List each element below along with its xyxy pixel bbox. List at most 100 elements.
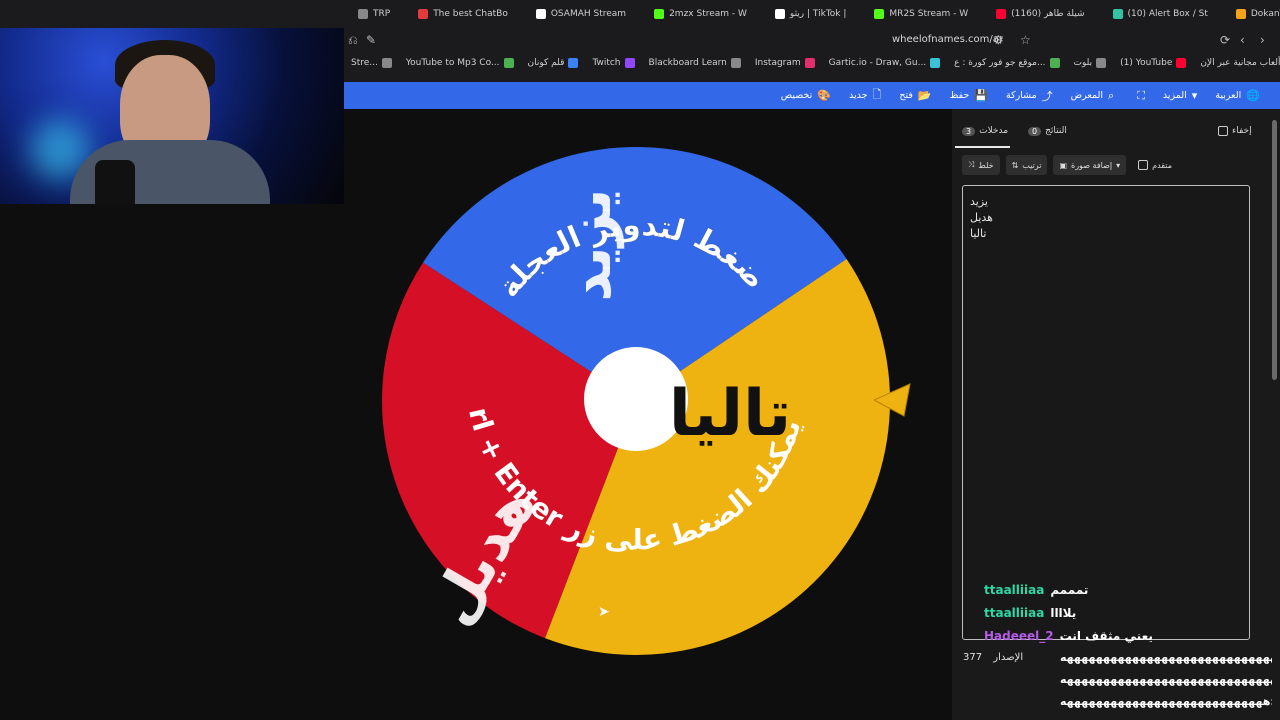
bookmark-item[interactable]: Twitch xyxy=(585,58,641,68)
nav-forward-icon[interactable]: › xyxy=(1260,33,1265,47)
image-icon: ▣ xyxy=(1059,160,1067,170)
nav-back-icon[interactable]: ‹ xyxy=(1240,33,1245,47)
tab-favicon-icon xyxy=(996,9,1007,19)
bookmark-favicon-icon xyxy=(730,58,741,68)
browser-tab[interactable]: The best ChatBo xyxy=(404,0,522,28)
bookmark-favicon-icon xyxy=(624,58,635,68)
entry-line: هديل xyxy=(970,211,993,224)
url-text[interactable]: wheelofnames.com/ar xyxy=(892,34,1003,45)
wheel-slice-name: يزيد xyxy=(556,188,625,301)
appbar-folder-button[interactable]: 📂 فتح xyxy=(899,89,931,102)
tab-favicon-icon xyxy=(418,9,429,19)
entry-line: تاليا xyxy=(970,227,987,240)
chat-spam-line: ههههههههههههههههههههههههههههه:) xyxy=(1060,695,1272,708)
globe-icon: 🌐 xyxy=(1246,89,1260,102)
save-icon: 💾 xyxy=(974,89,988,102)
entry-line: يزيد xyxy=(970,195,988,208)
bookmark-item[interactable]: بلوت xyxy=(1067,58,1114,68)
bookmark-item[interactable]: ألعاب مجانية عبر الإن... xyxy=(1193,58,1280,68)
tab-results[interactable]: النتائج 0 xyxy=(1028,126,1067,136)
shuffle-button[interactable]: خلط ⤨ xyxy=(962,155,1000,175)
panel-tabs: مدخلات 3 النتائج 0 إخفاء xyxy=(952,122,1272,144)
tab-favicon-icon xyxy=(654,9,665,19)
wheel-pointer xyxy=(874,383,911,417)
tab-favicon-icon xyxy=(1112,9,1123,19)
browser-tabstrip: TRP The best ChatBo OSAMAH Stream 2mzx Stre… xyxy=(0,0,1280,28)
new-file-icon: 🗋 xyxy=(872,88,882,101)
bookmarks-bar: Stre... YouTube to Mp3 Co... قلم كونان Twit… xyxy=(344,52,1280,74)
chat-message: Hadeeel_2 يعني مثقف انت xyxy=(984,628,1153,643)
chat-spam-line: ههههههههههههههههههههههههههههههه xyxy=(1060,673,1272,686)
fullscreen-icon: ⛶ xyxy=(1137,88,1145,102)
browser-tab[interactable]: 2mzx Stream - W xyxy=(640,0,761,28)
bookmark-favicon-icon xyxy=(381,58,392,68)
webcam-overlay xyxy=(0,0,344,204)
site-settings-icon[interactable]: ⚙ xyxy=(993,33,1004,47)
bookmark-item[interactable]: Gartic.io - Draw, Gu... xyxy=(822,58,948,68)
add-image-button[interactable]: ▾ إضافة صورة ▣ xyxy=(1053,155,1127,175)
shuffle-icon: ⤨ xyxy=(968,160,975,169)
appbar-fullscreen-button[interactable]: ⛶ xyxy=(1132,89,1145,103)
bookmark-item[interactable]: Stre... xyxy=(344,58,399,68)
browser-tab[interactable]: (1160) شيلة طاهر xyxy=(982,0,1098,28)
bookmark-item[interactable]: Instagram xyxy=(748,58,822,68)
reload-icon[interactable]: ⟳ xyxy=(1220,33,1230,47)
bookmark-item[interactable]: موقع جو فور كورة : ع... xyxy=(947,58,1066,68)
tab-favicon-icon xyxy=(774,9,785,19)
chat-message: ttaalliiaa تمممم xyxy=(984,582,1089,597)
appbar-palette-button[interactable]: 🎨 تخصيص xyxy=(781,89,831,102)
sort-icon: ⇅ xyxy=(1011,160,1019,170)
browser-tab[interactable]: MR2S Stream - W xyxy=(860,0,982,28)
bookmark-icon[interactable]: ☆ xyxy=(1020,33,1031,47)
back-icon[interactable]: ⎌ xyxy=(348,33,358,48)
translate-icon[interactable]: ✎ xyxy=(366,33,376,47)
stream-chat-overlay: ttaalliiaa تمممم ttaalliiaa يلاااا Hadee… xyxy=(984,578,1154,647)
entries-textarea[interactable]: يزيد هديل تاليا xyxy=(962,185,1250,640)
bookmark-favicon-icon xyxy=(503,58,514,68)
version-label: 377 الإصدار xyxy=(963,652,1024,663)
browser-tab[interactable]: (10) Alert Box / St xyxy=(1099,0,1222,28)
address-bar[interactable]: ⎌ ✎ wheelofnames.com/ar ⚙ ☆ ⟳ ‹ › xyxy=(344,28,1280,52)
hide-checkbox[interactable] xyxy=(1218,126,1228,136)
appbar-search-button[interactable]: ⌕ المعرض xyxy=(1071,89,1115,103)
tab-entries[interactable]: مدخلات 3 xyxy=(962,126,1008,136)
appbar-chevron-down-button[interactable]: ▾ المزيد xyxy=(1163,89,1197,102)
advanced-toggle[interactable]: متقدم xyxy=(1132,155,1178,175)
chat-spam-line: ههههههههههههههههههههههههههههههه xyxy=(1060,651,1272,664)
appbar-globe-button[interactable]: 🌐 العربية xyxy=(1215,89,1260,102)
chat-message: ttaalliiaa يلاااا xyxy=(984,605,1077,620)
bookmark-favicon-icon xyxy=(804,58,815,68)
bookmark-item[interactable]: Blackboard Learn xyxy=(642,58,748,68)
bookmark-favicon-icon xyxy=(1049,58,1060,68)
entries-toolbar: خلط ⤨ ترتيب ⇅ ▾ إضافة صورة ▣ متقدم xyxy=(962,155,1178,175)
folder-icon: 📂 xyxy=(917,89,932,102)
tab-favicon-icon xyxy=(535,9,546,19)
bookmark-favicon-icon xyxy=(930,58,941,68)
browser-tab[interactable]: ريثو | TikTok | xyxy=(761,0,861,28)
app-toolbar: 🌐 العربية ▾ المزيد ⛶ ⌕ المعرض ⤴ مشاركة 💾 حفظ 📂 فتح 🗋 ج… xyxy=(344,82,1280,109)
share-icon: ⤴ xyxy=(1041,89,1053,103)
bookmark-favicon-icon xyxy=(1176,58,1187,68)
sort-button[interactable]: ترتيب ⇅ xyxy=(1005,155,1048,175)
background-area xyxy=(0,204,344,720)
appbar-new-file-button[interactable]: 🗋 جديد xyxy=(849,86,881,105)
bookmark-favicon-icon xyxy=(568,58,579,68)
chevron-down-icon: ▾ xyxy=(1191,89,1198,102)
active-tab-indicator xyxy=(955,146,1010,148)
wheel-slice-name: تاليا xyxy=(669,377,791,451)
bookmark-item[interactable]: YouTube to Mp3 Co... xyxy=(399,58,521,68)
wheel-of-names[interactable]: اضغط لتدوير العجلةCtrl + Enterأو يمكنك ا… xyxy=(380,145,892,657)
tab-favicon-icon xyxy=(1235,9,1246,19)
search-icon: ⌕ xyxy=(1108,88,1115,102)
bookmark-item[interactable]: قلم كونان xyxy=(521,58,586,68)
hide-toggle[interactable]: إخفاء xyxy=(1218,126,1252,136)
browser-tab[interactable]: TRP xyxy=(344,0,404,28)
appbar-share-button[interactable]: ⤴ مشاركة xyxy=(1006,88,1053,104)
bookmark-item[interactable]: (1) YouTube xyxy=(1113,58,1193,68)
browser-tab[interactable]: OSAMAH Stream xyxy=(522,0,640,28)
advanced-checkbox[interactable] xyxy=(1138,160,1149,170)
panel-scrollbar[interactable] xyxy=(1272,120,1277,380)
chevron-down-icon: ▾ xyxy=(1116,160,1121,170)
browser-tab[interactable]: DokanTIP - الرئيسية xyxy=(1222,0,1280,28)
appbar-save-button[interactable]: 💾 حفظ xyxy=(950,89,988,102)
